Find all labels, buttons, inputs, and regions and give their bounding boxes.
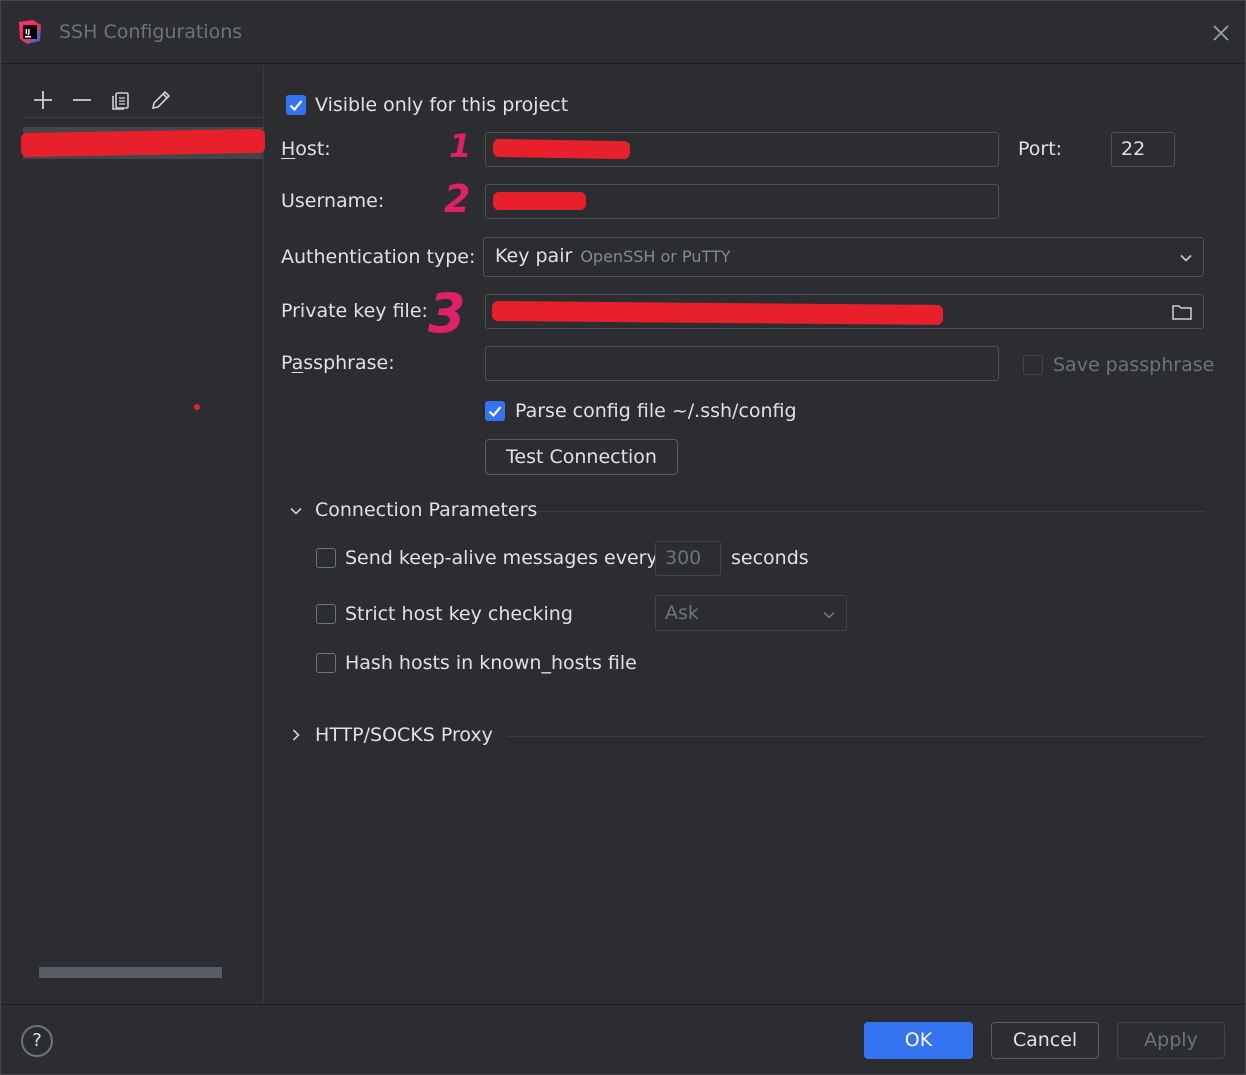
folder-icon[interactable] xyxy=(1171,302,1193,322)
passphrase-mnemonic: a xyxy=(291,352,304,374)
section-divider xyxy=(507,736,1205,737)
port-label-text: Port: xyxy=(1018,138,1063,160)
auth-type-value: Key pair xyxy=(495,245,573,267)
visible-only-checkbox[interactable] xyxy=(286,95,306,115)
dialog-footer: ? OK Cancel Apply xyxy=(1,1004,1245,1074)
cancel-button[interactable]: Cancel xyxy=(991,1022,1099,1059)
window-title: SSH Configurations xyxy=(59,21,243,43)
chevron-down-icon[interactable] xyxy=(289,504,303,518)
save-passphrase-checkbox[interactable] xyxy=(1023,355,1043,375)
host-redaction xyxy=(492,138,631,160)
host-label: Host: xyxy=(281,138,331,160)
username-redaction xyxy=(493,192,586,210)
host-label-rest: ost: xyxy=(295,138,331,160)
add-icon[interactable] xyxy=(30,87,56,113)
hash-hosts-checkbox[interactable] xyxy=(316,653,336,673)
private-key-redaction xyxy=(491,301,944,325)
strict-host-label: Strict host key checking xyxy=(345,603,573,625)
section-divider xyxy=(537,511,1205,512)
port-input[interactable]: 22 xyxy=(1111,132,1175,167)
hash-hosts-label: Hash hosts in known_hosts file xyxy=(345,652,637,674)
proxy-section-title[interactable]: HTTP/SOCKS Proxy xyxy=(315,724,493,746)
annotation-3: 3 xyxy=(428,282,466,345)
strict-host-checkbox[interactable] xyxy=(316,604,336,624)
remove-icon[interactable] xyxy=(69,87,95,113)
parse-config-checkbox[interactable] xyxy=(485,401,505,421)
chevron-down-icon xyxy=(823,611,835,619)
annotation-2: 2 xyxy=(444,177,471,221)
svg-text:IJ: IJ xyxy=(25,28,30,36)
keep-alive-seconds-input[interactable]: 300 xyxy=(655,541,721,576)
keep-alive-checkbox[interactable] xyxy=(316,548,336,568)
auth-type-hint: OpenSSH or PuTTY xyxy=(580,247,731,266)
visible-only-label: Visible only for this project xyxy=(315,94,569,116)
title-bar: IJ SSH Configurations xyxy=(1,1,1245,64)
host-label-mnemonic: H xyxy=(281,138,296,160)
passphrase-input[interactable] xyxy=(485,346,999,381)
configuration-form: Visible only for this project Host: 1 Po… xyxy=(264,65,1245,1003)
username-label: Username: xyxy=(281,190,385,212)
horizontal-scrollbar[interactable] xyxy=(39,967,222,978)
ssh-configurations-dialog: IJ SSH Configurations Visible only for t… xyxy=(0,0,1246,1075)
parse-config-label: Parse config file ~/.ssh/config xyxy=(515,400,797,422)
copy-icon[interactable] xyxy=(109,87,135,113)
intellij-logo-icon: IJ xyxy=(19,20,41,44)
redaction-mark xyxy=(20,128,266,158)
test-connection-button[interactable]: Test Connection xyxy=(485,439,678,475)
passphrase-label: Passphrase: xyxy=(281,352,395,374)
strict-host-dropdown[interactable]: Ask xyxy=(655,595,847,631)
annotation-1: 1 xyxy=(449,127,472,165)
toolbar-divider xyxy=(23,117,263,118)
connection-parameters-title[interactable]: Connection Parameters xyxy=(315,499,537,521)
configurations-list-panel xyxy=(1,65,266,1003)
redaction-dot xyxy=(194,404,200,410)
auth-type-dropdown[interactable]: Key pair OpenSSH or PuTTY xyxy=(483,237,1204,277)
ok-button[interactable]: OK xyxy=(864,1022,973,1059)
private-key-label: Private key file: xyxy=(281,300,428,322)
help-icon[interactable]: ? xyxy=(21,1025,53,1057)
keep-alive-label: Send keep-alive messages every xyxy=(345,547,658,569)
close-icon[interactable] xyxy=(1209,21,1233,45)
chevron-down-icon xyxy=(1180,254,1192,262)
auth-type-label: Authentication type: xyxy=(281,246,476,268)
chevron-right-icon[interactable] xyxy=(289,728,303,742)
keep-alive-unit: seconds xyxy=(731,547,809,569)
checkmark-icon xyxy=(289,100,303,112)
checkmark-icon xyxy=(488,406,502,418)
save-passphrase-label: Save passphrase xyxy=(1053,354,1215,376)
edit-icon[interactable] xyxy=(148,87,174,113)
apply-button[interactable]: Apply xyxy=(1117,1022,1225,1059)
strict-host-value: Ask xyxy=(665,602,699,624)
port-label: Port: xyxy=(1018,138,1062,160)
